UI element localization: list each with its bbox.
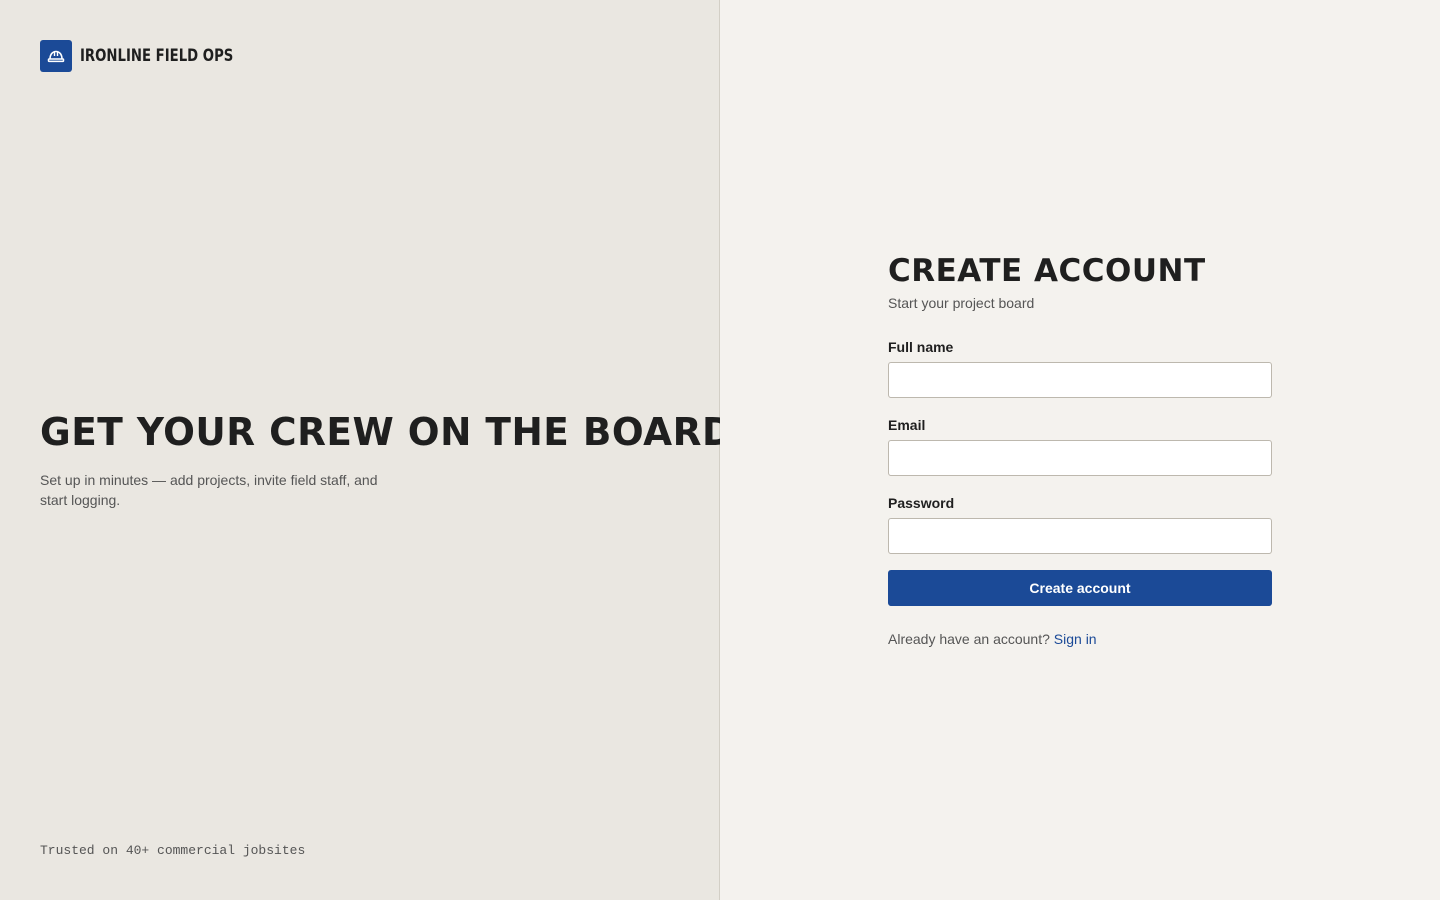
sign-in-link[interactable]: Sign in: [1054, 631, 1097, 647]
email-label: Email: [888, 417, 926, 433]
full-name-input[interactable]: [888, 362, 1272, 398]
full-name-label: Full name: [888, 339, 954, 355]
brand: IRONLINE FIELD OPS: [40, 40, 277, 72]
hero-subtitle: Set up in minutes — add projects, invite…: [40, 472, 378, 508]
brand-name: IRONLINE FIELD OPS: [80, 46, 234, 66]
signin-row: Already have an account? Sign in: [888, 630, 1272, 648]
full-name-field-group: Full name: [888, 338, 1272, 398]
password-field-group: Password: [888, 494, 1272, 554]
password-input[interactable]: [888, 518, 1272, 554]
hero-panel: IRONLINE FIELD OPS GET YOUR CREW ON THE …: [0, 0, 749, 900]
password-label: Password: [888, 495, 955, 511]
form-subtitle: Start your project board: [888, 295, 1035, 311]
signin-prompt: Already have an account?: [888, 631, 1050, 647]
signup-page: IRONLINE FIELD OPS GET YOUR CREW ON THE …: [0, 0, 1440, 900]
form-panel: CREATE ACCOUNT Start your project board …: [720, 0, 1440, 900]
create-account-button[interactable]: Create account: [888, 570, 1272, 606]
hard-hat-icon: [40, 40, 72, 72]
email-field-group: Email: [888, 416, 1272, 476]
form-title: CREATE ACCOUNT: [888, 253, 1206, 289]
hero: GET YOUR CREW ON THE BOARD. Set up in mi…: [40, 410, 749, 510]
email-input[interactable]: [888, 440, 1272, 476]
create-account-form: CREATE ACCOUNT Start your project board …: [888, 252, 1272, 648]
hero-title: GET YOUR CREW ON THE BOARD.: [40, 410, 749, 454]
trust-text: Trusted on 40+ commercial jobsites: [40, 843, 306, 858]
